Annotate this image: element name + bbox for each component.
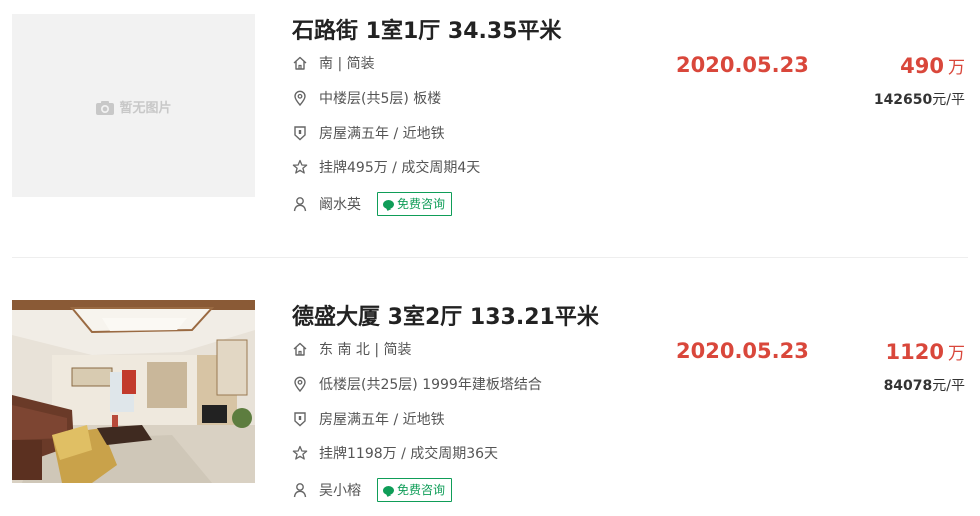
listing-title[interactable]: 德盛大厦 3室2厅 133.21平米 [292,299,599,331]
no-image-label: 暂无图片 [12,97,255,116]
location-pin-icon [294,90,306,106]
free-consult-button[interactable]: 免费咨询 [377,192,453,216]
listing-info-row: 挂牌495万 / 成交周期4天 [292,158,480,178]
star-icon [292,159,308,174]
deal-listing: 德盛大厦 3室2厅 133.21平米 东 南 北 | 简装 低楼层(共25层) … [0,286,980,516]
tags-row: 房屋满五年 / 近地铁 [292,124,445,144]
orientation-row: 东 南 北 | 简装 [292,340,412,360]
total-price: 490 万 [900,53,965,78]
location-pin-icon [294,376,306,392]
total-price-value: 1120 [885,340,944,364]
tags-text: 房屋满五年 / 近地铁 [319,412,445,428]
person-icon [293,197,307,212]
deal-date: 2020.05.23 [676,53,809,77]
listing-divider [12,257,968,258]
shield-icon [294,126,306,141]
unit-price-suffix: 元/平 [932,378,965,394]
tags-row: 房屋满五年 / 近地铁 [292,410,445,430]
chat-bubble-icon [383,486,394,495]
free-consult-label: 免费咨询 [397,197,446,211]
free-consult-button[interactable]: 免费咨询 [377,478,453,502]
orientation-row: 南 | 简装 [292,54,375,74]
agent-name[interactable]: 阚水英 [319,197,361,213]
free-consult-label: 免费咨询 [397,483,446,497]
total-price-unit: 万 [948,344,965,364]
tags-text: 房屋满五年 / 近地铁 [319,126,445,142]
living-room-photo [12,300,255,483]
total-price-value: 490 [900,54,944,78]
unit-price-value: 142650 [873,92,933,108]
chat-bubble-icon [383,200,394,209]
floor-row: 中楼层(共5层) 板楼 [292,89,441,109]
star-icon [292,445,308,460]
listing-info-text: 挂牌495万 / 成交周期4天 [319,160,481,176]
unit-price: 84078元/平 [884,375,965,395]
camera-icon [96,101,115,115]
agent-name[interactable]: 吴小榕 [319,483,361,499]
total-price-unit: 万 [948,58,965,78]
floor-row: 低楼层(共25层) 1999年建板塔结合 [292,375,542,395]
deal-date: 2020.05.23 [676,339,809,363]
house-icon [293,56,307,70]
deal-listing: 暂无图片 石路街 1室1厅 34.35平米 南 | 简装 中楼层(共5层) 板楼… [0,0,980,230]
orientation-text: 南 | 简装 [319,56,375,72]
total-price: 1120 万 [886,339,965,364]
listing-info-row: 挂牌1198万 / 成交周期36天 [292,444,498,464]
floor-text: 低楼层(共25层) 1999年建板塔结合 [319,377,542,393]
listing-image-placeholder[interactable]: 暂无图片 [12,14,255,197]
listing-info-text: 挂牌1198万 / 成交周期36天 [319,446,499,462]
listing-title[interactable]: 石路街 1室1厅 34.35平米 [292,13,562,45]
shield-icon [294,412,306,427]
listing-image[interactable] [12,300,255,483]
house-icon [293,342,307,356]
unit-price-value: 84078 [883,378,933,394]
floor-text: 中楼层(共5层) 板楼 [319,91,442,107]
agent-row: 阚水英 免费咨询 [292,192,453,216]
no-image-text: 暂无图片 [119,101,172,116]
orientation-text: 东 南 北 | 简装 [319,342,412,358]
unit-price: 142650元/平 [874,89,965,109]
person-icon [293,483,307,498]
agent-row: 吴小榕 免费咨询 [292,478,453,502]
unit-price-suffix: 元/平 [932,92,965,108]
